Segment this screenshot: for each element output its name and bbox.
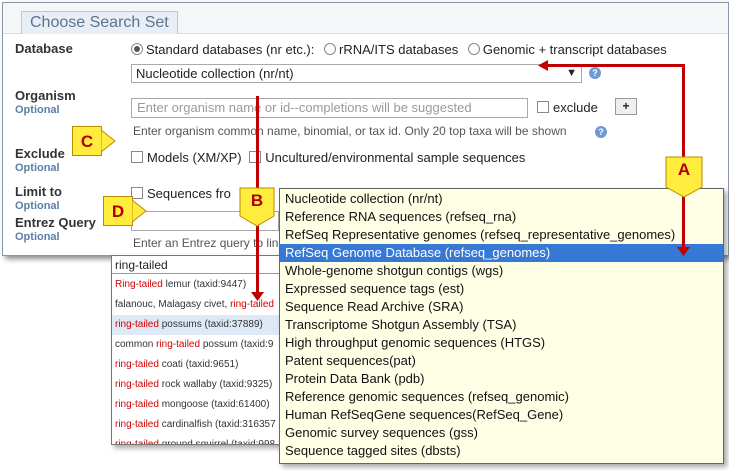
arrowhead-a-icon	[677, 247, 690, 256]
radio-genomic[interactable]: Genomic + transcript databases	[467, 42, 667, 57]
callout-d: D	[103, 196, 133, 226]
suggestion-post-text: cardinalfish (taxid:316357	[158, 419, 276, 430]
suggestion-post-text: ground squirrel (taxid:998	[158, 439, 276, 445]
dropdown-option[interactable]: Reference genomic sequences (refseq_geno…	[280, 388, 723, 406]
suggestion-item[interactable]: ring-tailed coati (taxid:9651)	[112, 355, 287, 375]
radio-rrna-label: rRNA/ITS databases	[339, 42, 459, 57]
suggestion-item[interactable]: ring-tailed possums (taxid:37889)	[112, 315, 287, 335]
callout-b: B	[250, 191, 264, 210]
organism-input[interactable]: Enter organism name or id--completions w…	[131, 98, 528, 118]
dropdown-option[interactable]: Nucleotide collection (nr/nt)	[280, 190, 723, 208]
chevron-down-icon[interactable]: ▼	[566, 65, 577, 82]
dropdown-option[interactable]: RefSeq Representative genomes (refseq_re…	[280, 226, 723, 244]
database-select[interactable]: Nucleotide collection (nr/nt) ▼	[131, 64, 582, 83]
radio-standard[interactable]: Standard databases (nr etc.):	[131, 42, 314, 57]
exclude-models-label: Models (XM/XP)	[147, 150, 242, 165]
section-title: Choose Search Set	[21, 11, 178, 34]
suggestion-post-text: lemur (taxid:9447)	[162, 279, 247, 290]
suggestion-post-text: mongoose (taxid:61400)	[158, 399, 270, 410]
radio-genomic-label: Genomic + transcript databases	[482, 42, 667, 57]
suggestion-post-text: possum (taxid:9	[200, 339, 274, 350]
suggestion-item[interactable]: common ring-tailed possum (taxid:9	[112, 335, 287, 355]
exclude-uncultured-label: Uncultured/environmental sample sequence…	[265, 150, 526, 165]
exclude-organism-label: exclude	[553, 100, 598, 115]
dropdown-option[interactable]: Expressed sequence tags (est)	[280, 280, 723, 298]
exclude-label: Exclude	[15, 146, 65, 161]
exclude-models-checkbox[interactable]: Models (XM/XP)	[131, 150, 242, 165]
radio-rrna-dot[interactable]	[324, 43, 336, 55]
dropdown-option[interactable]: Whole-genome shotgun contigs (wgs)	[280, 262, 723, 280]
dropdown-option[interactable]: Sequence tagged sites (dbsts)	[280, 442, 723, 460]
autocomplete-query[interactable]: ring-tailed	[112, 256, 287, 274]
callout-a: A	[677, 160, 691, 179]
suggestion-pre-text: falanouc, Malagasy civet,	[115, 299, 231, 310]
suggestion-hit-text: ring-tailed	[156, 339, 201, 350]
exclude-organism-checkbox[interactable]: exclude	[537, 100, 598, 115]
exclude-organism-box[interactable]	[537, 101, 549, 113]
suggestion-hit-text: ring-tailed	[115, 379, 159, 390]
organism-optional: Optional	[15, 104, 60, 116]
suggestion-post-text: rock wallaby (taxid:9325)	[158, 379, 273, 390]
entrez-optional: Optional	[15, 231, 60, 243]
radio-genomic-dot[interactable]	[467, 43, 480, 55]
arrowtail-a-icon	[538, 60, 548, 71]
dropdown-option[interactable]: Protein Data Bank (pdb)	[280, 370, 723, 388]
suggestion-item[interactable]: ring-tailed cardinalfish (taxid:316357	[112, 415, 287, 435]
dropdown-option[interactable]: Human RefSeqGene sequences(RefSeq_Gene)	[280, 406, 723, 424]
help-icon-organism[interactable]: ?	[595, 126, 607, 138]
suggestion-hit-text: ring-tailed	[115, 319, 159, 330]
dropdown-option[interactable]: Genomic survey sequences (gss)	[280, 424, 723, 442]
connector-a-horizontal	[544, 64, 685, 67]
suggestion-hit-text: ring-tailed	[115, 439, 159, 445]
exclude-models-box[interactable]	[131, 151, 143, 163]
database-label: Database	[15, 41, 73, 56]
add-organism-button[interactable]: +	[615, 98, 637, 115]
entrez-label: Entrez Query	[15, 215, 96, 230]
suggestion-pre-text: common	[115, 339, 157, 350]
exclude-uncultured-checkbox[interactable]: Uncultured/environmental sample sequence…	[249, 150, 525, 165]
dropdown-option[interactable]: Patent sequences(pat)	[280, 352, 723, 370]
suggestion-post-text: possums (taxid:37889)	[158, 319, 263, 330]
suggestion-hit-text: ring-tailed	[115, 419, 159, 430]
arrowhead-b-icon	[251, 292, 264, 301]
callout-d-pointer	[132, 199, 147, 223]
suggestion-hit-text: Ring-tailed	[115, 279, 163, 290]
database-dropdown-list: Nucleotide collection (nr/nt) Reference R…	[279, 188, 724, 464]
suggestion-hit-text: ring-tailed	[115, 399, 159, 410]
dropdown-option[interactable]: Sequence Read Archive (SRA)	[280, 298, 723, 316]
radio-standard-label: Standard databases (nr etc.):	[146, 42, 315, 57]
dropdown-option[interactable]: Transcriptome Shotgun Assembly (TSA)	[280, 316, 723, 334]
radio-rrna[interactable]: rRNA/ITS databases	[324, 42, 458, 57]
organism-hint: Enter organism common name, binomial, or…	[133, 124, 567, 138]
database-radio-group: Standard databases (nr etc.): rRNA/ITS d…	[131, 42, 667, 57]
suggestion-item[interactable]: ring-tailed mongoose (taxid:61400)	[112, 395, 287, 415]
organism-label: Organism	[15, 88, 76, 103]
suggestion-item[interactable]: ring-tailed rock wallaby (taxid:9325)	[112, 375, 287, 395]
suggestion-post-text: coati (taxid:9651)	[158, 359, 239, 370]
dropdown-option[interactable]: Reference RNA sequences (refseq_rna)	[280, 208, 723, 226]
limit-optional: Optional	[15, 200, 60, 212]
suggestion-item[interactable]: ring-tailed ground squirrel (taxid:998	[112, 435, 287, 445]
exclude-optional: Optional	[15, 162, 60, 174]
limit-label: Limit to	[15, 184, 62, 199]
callout-c-pointer	[101, 129, 116, 153]
organism-autocomplete: ring-tailed Ring-tailed lemur (taxid:944…	[111, 255, 288, 445]
database-select-value: Nucleotide collection (nr/nt)	[136, 66, 294, 81]
callout-c: C	[72, 126, 102, 156]
radio-standard-dot[interactable]	[131, 43, 143, 55]
dropdown-option[interactable]: High throughput genomic sequences (HTGS)	[280, 334, 723, 352]
suggestion-hit-text: ring-tailed	[115, 359, 159, 370]
exclude-options: Models (XM/XP) Uncultured/environmental …	[131, 150, 525, 165]
dropdown-option[interactable]: RefSeq Genome Database (refseq_genomes)	[280, 244, 723, 262]
help-icon-database[interactable]: ?	[589, 67, 601, 79]
limit-sequences-label: Sequences fro	[147, 186, 231, 201]
